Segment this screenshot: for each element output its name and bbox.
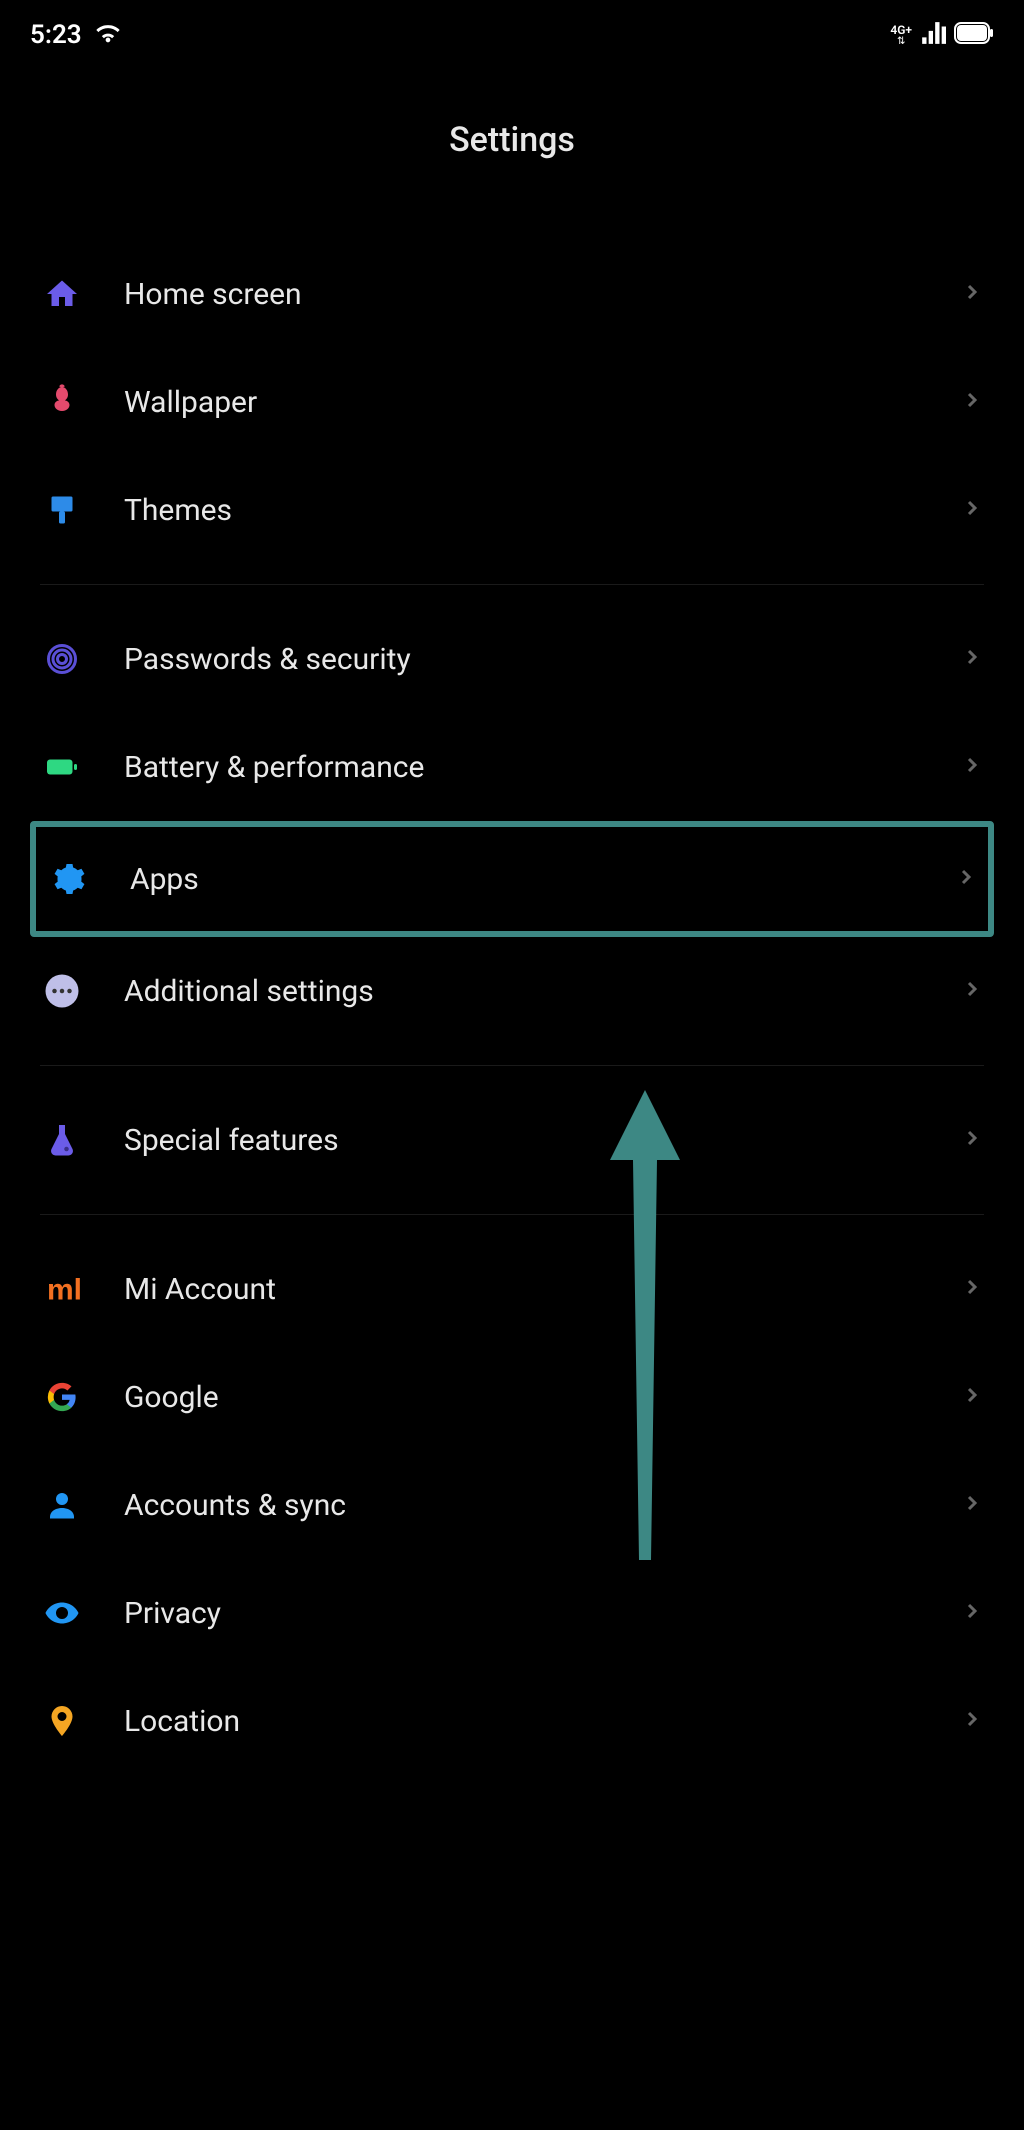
battery-icon xyxy=(954,22,994,48)
setting-label: Additional settings xyxy=(124,974,920,1009)
page-title: Settings xyxy=(0,60,1024,240)
setting-accounts-sync[interactable]: Accounts & sync xyxy=(40,1451,984,1559)
google-icon xyxy=(40,1375,84,1419)
flower-icon xyxy=(40,380,84,424)
setting-additional-settings[interactable]: Additional settings xyxy=(40,937,984,1045)
signal-icon xyxy=(920,20,946,50)
setting-apps[interactable]: Apps xyxy=(30,821,994,937)
setting-location[interactable]: Location xyxy=(40,1667,984,1775)
setting-label: Google xyxy=(124,1380,920,1415)
chevron-right-icon xyxy=(960,1707,984,1735)
wifi-icon xyxy=(94,19,122,51)
person-icon xyxy=(40,1483,84,1527)
arrows-icon: ⇅ xyxy=(897,36,905,47)
flask-icon xyxy=(40,1118,84,1162)
settings-list[interactable]: Home screen Wallpaper Themes Passwords &… xyxy=(0,240,1024,1775)
setting-label: Themes xyxy=(124,493,920,528)
chevron-right-icon xyxy=(960,1275,984,1303)
eye-icon xyxy=(40,1591,84,1635)
chevron-right-icon xyxy=(954,865,978,893)
chevron-right-icon xyxy=(960,977,984,1005)
setting-label: Special features xyxy=(124,1123,920,1158)
chevron-right-icon xyxy=(960,1491,984,1519)
setting-wallpaper[interactable]: Wallpaper xyxy=(40,348,984,456)
network-indicator: 4G+ ⇅ xyxy=(890,24,912,47)
chevron-right-icon xyxy=(960,1383,984,1411)
setting-label: Passwords & security xyxy=(124,642,920,677)
divider xyxy=(40,1065,984,1066)
divider xyxy=(40,1214,984,1215)
fingerprint-icon xyxy=(40,637,84,681)
chevron-right-icon xyxy=(960,496,984,524)
chevron-right-icon xyxy=(960,753,984,781)
setting-mi-account[interactable]: ml Mi Account xyxy=(40,1235,984,1343)
divider xyxy=(40,584,984,585)
battery-icon xyxy=(40,745,84,789)
brush-icon xyxy=(40,488,84,532)
setting-special-features[interactable]: Special features xyxy=(40,1086,984,1194)
setting-home-screen[interactable]: Home screen xyxy=(40,240,984,348)
status-time: 5:23 xyxy=(30,20,82,50)
setting-label: Home screen xyxy=(124,277,920,312)
chevron-right-icon xyxy=(960,1599,984,1627)
status-right: 4G+ ⇅ xyxy=(890,20,994,50)
setting-passwords-security[interactable]: Passwords & security xyxy=(40,605,984,713)
setting-label: Privacy xyxy=(124,1596,920,1631)
setting-label: Mi Account xyxy=(124,1272,920,1307)
gear-icon xyxy=(46,857,90,901)
setting-themes[interactable]: Themes xyxy=(40,456,984,564)
chevron-right-icon xyxy=(960,388,984,416)
chevron-right-icon xyxy=(960,645,984,673)
status-bar: 5:23 4G+ ⇅ xyxy=(0,0,1024,60)
setting-label: Wallpaper xyxy=(124,385,920,420)
setting-label: Battery & performance xyxy=(124,750,920,785)
mi-icon: ml xyxy=(40,1267,84,1311)
setting-label: Apps xyxy=(130,862,914,897)
setting-battery-performance[interactable]: Battery & performance xyxy=(40,713,984,821)
pin-icon xyxy=(40,1699,84,1743)
home-icon xyxy=(40,272,84,316)
chevron-right-icon xyxy=(960,280,984,308)
svg-text:ml: ml xyxy=(47,1274,80,1307)
dots-icon xyxy=(40,969,84,1013)
setting-google[interactable]: Google xyxy=(40,1343,984,1451)
setting-label: Location xyxy=(124,1704,920,1739)
chevron-right-icon xyxy=(960,1126,984,1154)
setting-privacy[interactable]: Privacy xyxy=(40,1559,984,1667)
status-left: 5:23 xyxy=(30,19,122,51)
setting-label: Accounts & sync xyxy=(124,1488,920,1523)
